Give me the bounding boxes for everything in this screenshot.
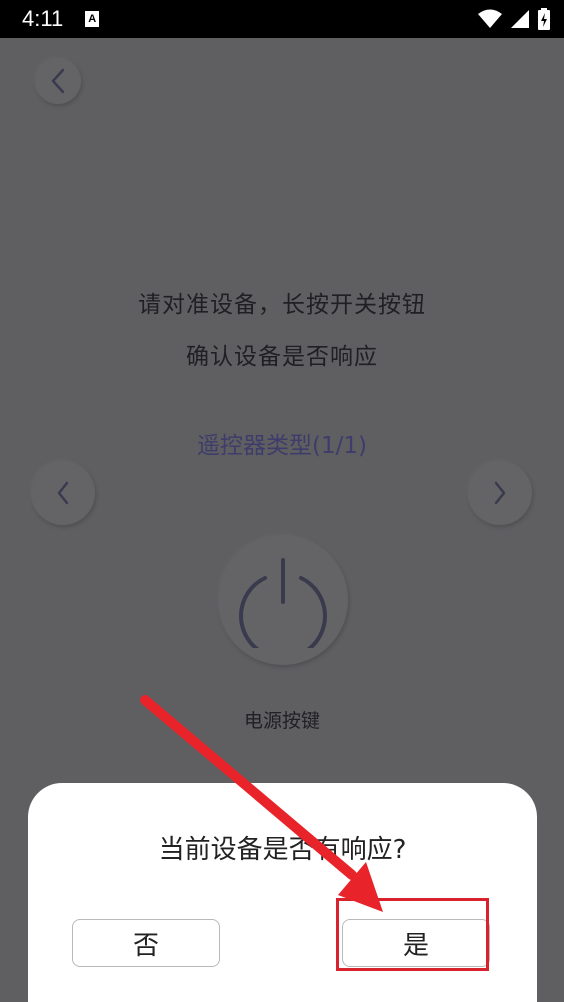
status-icons — [478, 8, 550, 30]
chevron-right-icon — [494, 481, 506, 505]
power-button-label: 电源按键 — [243, 710, 320, 732]
wifi-icon — [478, 9, 502, 28]
dialog-question: 当前设备是否有响应? — [158, 835, 407, 865]
next-remote-button[interactable] — [468, 461, 532, 525]
status-time: 4:11 — [22, 6, 64, 31]
signal-icon — [511, 10, 529, 28]
yes-button[interactable]: 是 — [342, 919, 490, 967]
response-dialog: 当前设备是否有响应? 否 是 — [28, 783, 537, 1002]
remote-type-label: 遥控器类型(1/1) — [197, 433, 367, 459]
instruction-line-2: 确认设备是否响应 — [186, 344, 378, 370]
power-icon — [239, 558, 327, 648]
no-button[interactable]: 否 — [72, 919, 220, 967]
back-button[interactable] — [35, 58, 81, 104]
chevron-left-icon — [57, 481, 69, 505]
notification-icon: A — [85, 11, 100, 27]
chevron-left-icon — [51, 68, 65, 94]
previous-remote-button[interactable] — [31, 461, 95, 525]
power-button[interactable] — [218, 535, 348, 665]
instruction-line-1: 请对准设备，长按开关按钮 — [138, 292, 426, 318]
battery-icon — [538, 8, 550, 30]
status-bar: 4:11 A — [0, 0, 564, 38]
